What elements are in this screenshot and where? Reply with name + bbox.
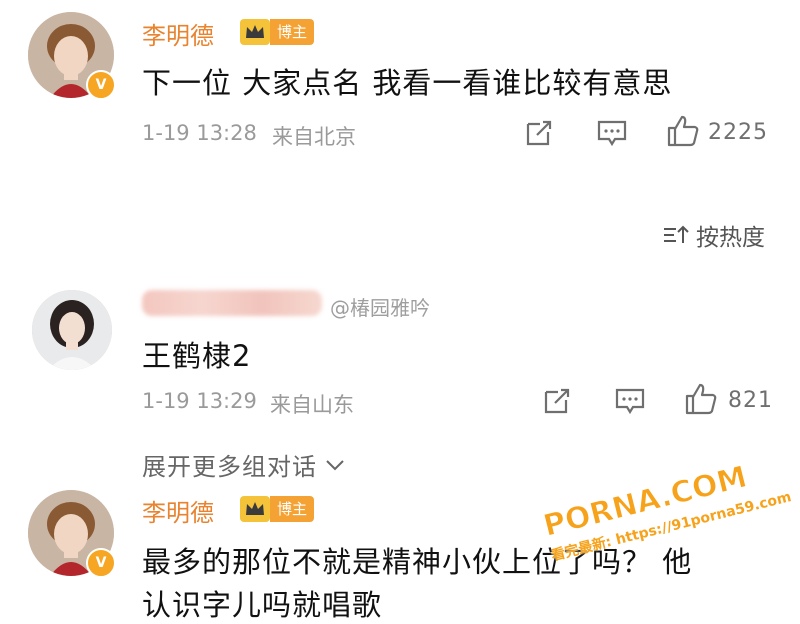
comment-time: 1-19 13:28 — [142, 121, 257, 145]
sort-label: 按热度 — [696, 225, 765, 251]
like-button[interactable] — [666, 114, 700, 152]
role-badge-label: 博主 — [270, 496, 315, 522]
share-button[interactable] — [524, 118, 554, 152]
expand-replies-link[interactable]: 展开更多组对话 — [142, 447, 345, 482]
comment-button[interactable] — [596, 118, 628, 152]
blogger-badge: 博主 — [240, 18, 315, 46]
sort-button[interactable]: 按热度 — [662, 218, 765, 252]
comment-button[interactable] — [614, 386, 646, 420]
verified-badge: V — [86, 548, 116, 578]
comment-content: 王鹤棣2 — [142, 339, 252, 373]
like-count: 2225 — [708, 120, 768, 145]
comment-username[interactable]: 李明德 — [142, 16, 214, 51]
sort-icon — [664, 225, 689, 243]
comment-location: 来自北京 — [272, 125, 356, 149]
share-icon — [544, 388, 570, 414]
comment-username[interactable]: 李明德 — [142, 493, 214, 528]
chevron-down-icon — [326, 459, 344, 470]
blogger-badge: 博主 — [240, 495, 315, 523]
thumbs-up-icon — [667, 115, 699, 147]
thumbs-up-icon — [685, 383, 717, 415]
like-count: 821 — [728, 388, 773, 413]
comment-icon — [615, 388, 645, 415]
crown-icon — [240, 496, 270, 522]
comment-location: 来自山东 — [270, 393, 354, 417]
role-badge-label: 博主 — [270, 19, 315, 45]
weibo-watermark: @椿园雅吟 — [330, 296, 430, 320]
avatar[interactable] — [32, 290, 112, 370]
verified-badge: V — [86, 70, 116, 100]
comment-time: 1-19 13:29 — [142, 389, 257, 413]
crown-icon — [240, 19, 270, 45]
share-icon — [526, 120, 552, 146]
comment-icon — [597, 120, 627, 147]
blurred-username — [142, 290, 322, 316]
avatar-image — [32, 290, 112, 370]
comment-content-line2: 认识字儿吗就唱歌 — [142, 588, 383, 622]
expand-label: 展开更多组对话 — [142, 453, 317, 481]
share-button[interactable] — [542, 386, 572, 420]
comment-content: 下一位 大家点名 我看一看谁比较有意思 — [142, 66, 673, 100]
like-button[interactable] — [684, 382, 718, 420]
